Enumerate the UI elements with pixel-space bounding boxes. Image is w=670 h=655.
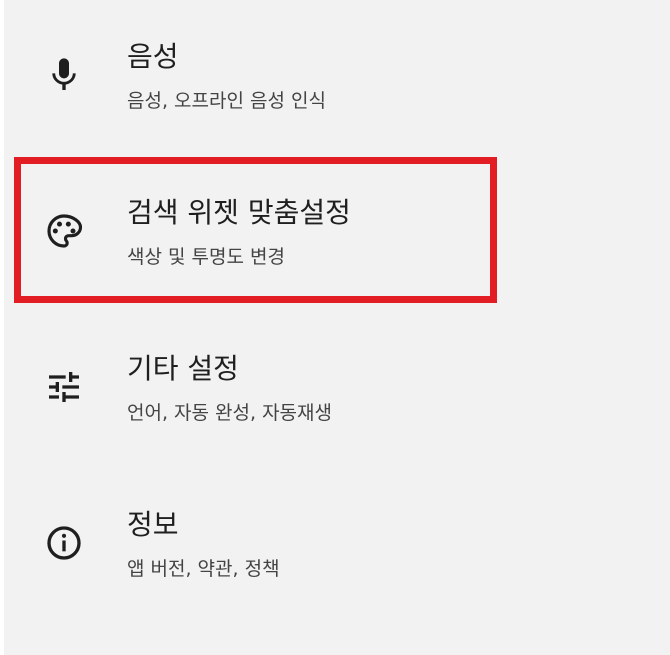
settings-item-subtitle: 색상 및 투명도 변경 xyxy=(127,246,285,268)
settings-item-title: 음성 xyxy=(127,40,179,73)
settings-item-title: 기타 설정 xyxy=(127,352,239,385)
settings-item-title: 검색 위젯 맞춤설정 xyxy=(127,196,351,229)
settings-item-voice[interactable]: 음성 음성, 오프라인 음성 인식 xyxy=(0,0,670,156)
settings-screen: 음성 음성, 오프라인 음성 인식 검색 위젯 맞춤설정 색상 및 투명도 변경… xyxy=(0,0,670,655)
settings-item-subtitle: 앱 버전, 약관, 정책 xyxy=(127,558,280,580)
info-icon xyxy=(44,523,84,563)
palette-icon xyxy=(44,211,84,251)
settings-item-title: 정보 xyxy=(127,508,179,541)
tune-sliders-icon xyxy=(44,367,84,407)
settings-item-subtitle: 언어, 자동 완성, 자동재생 xyxy=(127,402,332,424)
settings-item-subtitle: 음성, 오프라인 음성 인식 xyxy=(127,90,326,112)
settings-item-other[interactable]: 기타 설정 언어, 자동 완성, 자동재생 xyxy=(0,312,670,468)
settings-item-search-widget[interactable]: 검색 위젯 맞춤설정 색상 및 투명도 변경 xyxy=(0,156,670,312)
settings-item-about[interactable]: 정보 앱 버전, 약관, 정책 xyxy=(0,468,670,624)
microphone-icon xyxy=(44,55,84,95)
